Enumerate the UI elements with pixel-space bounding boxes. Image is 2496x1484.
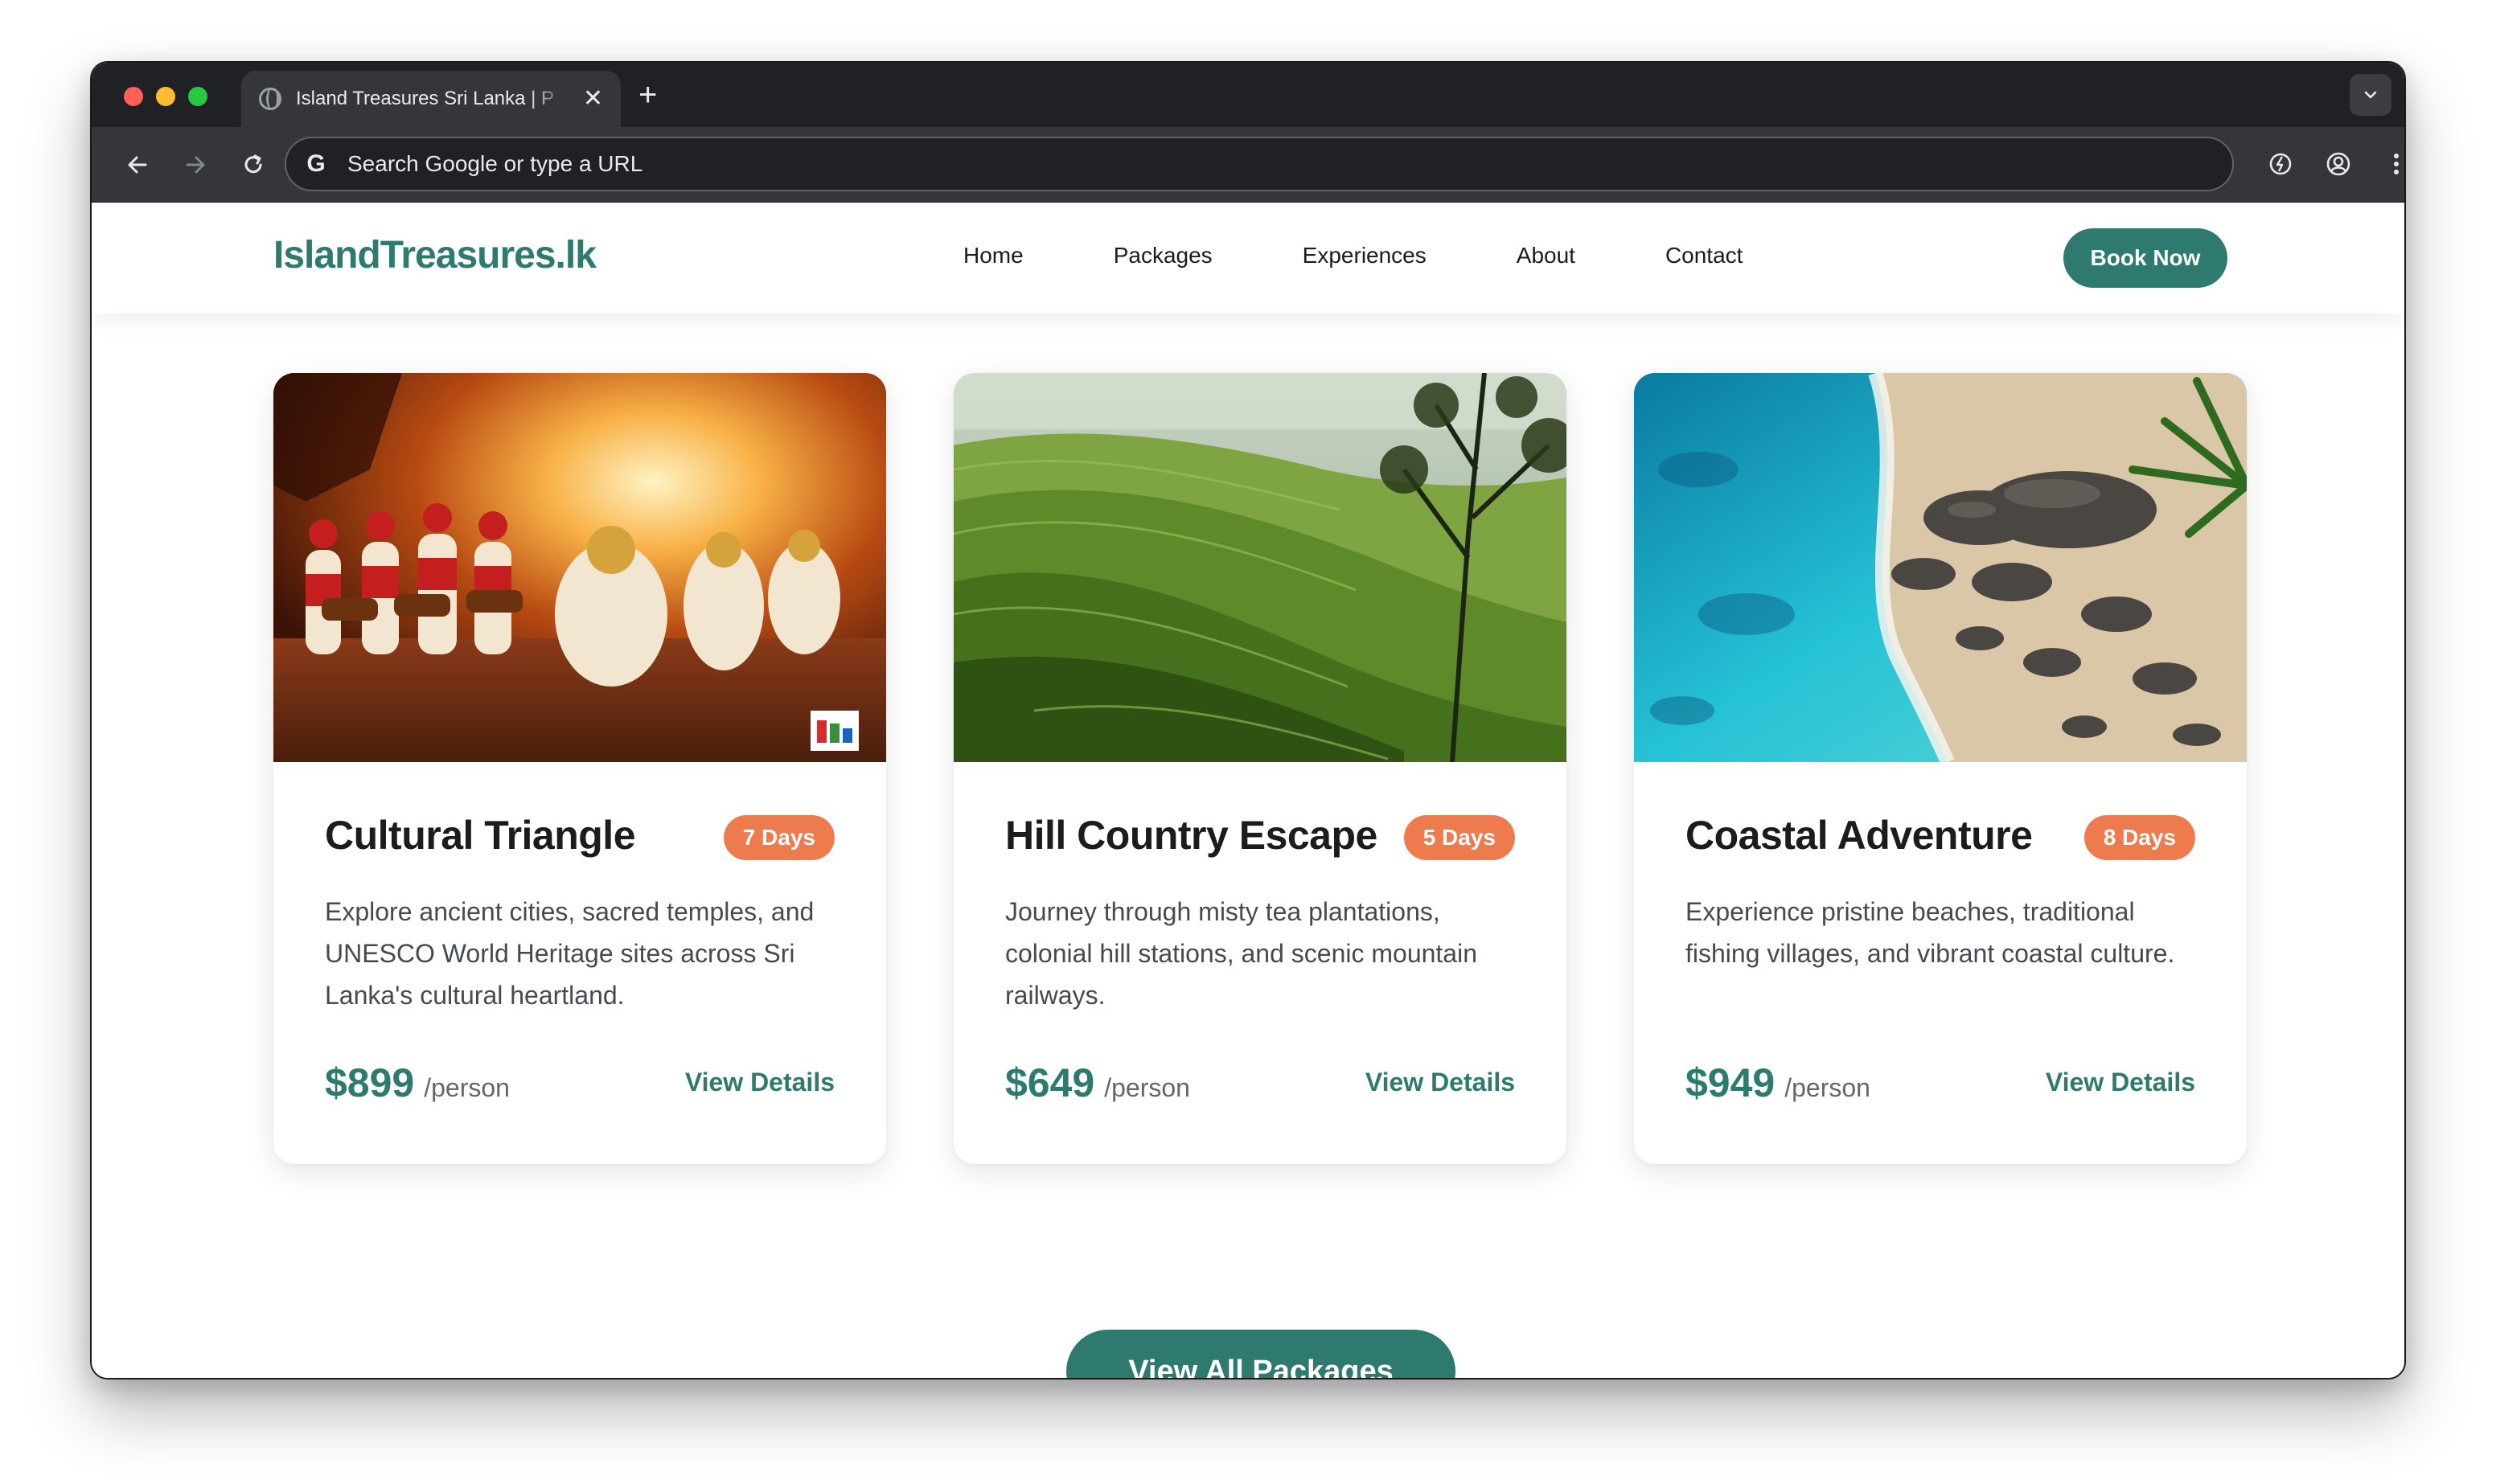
back-button[interactable] [121,148,154,182]
package-card: Cultural Triangle 7 Days Explore ancient… [273,373,886,1164]
nav-about[interactable]: About [1517,243,1575,269]
package-price: $649 [1005,1060,1095,1105]
duration-badge: 8 Days [2083,815,2195,860]
price-unit: /person [424,1073,510,1102]
address-placeholder: Search Google or type a URL [347,151,643,176]
google-icon: G [306,150,326,177]
package-image[interactable] [273,373,886,762]
package-price: $899 [325,1060,415,1105]
tab-strip: Island Treasures Sri Lanka | P ✕ + [92,63,2404,127]
menu-button[interactable] [2379,146,2404,182]
minimize-window-button[interactable] [156,87,175,106]
site-header: IslandTreasures.lk Home Packages Experie… [92,203,2404,314]
window-controls [124,87,207,106]
tab-search-button[interactable] [2350,74,2391,116]
package-title: Cultural Triangle [325,813,636,858]
package-title: Coastal Adventure [1685,813,2033,858]
arrow-right-icon [186,156,205,174]
package-description: Journey through misty tea plantations, c… [1005,897,1477,1010]
nav-contact[interactable]: Contact [1665,243,1743,269]
package-image[interactable] [954,373,1566,762]
more-vertical-icon [2394,154,2399,174]
aerial-beach-rocks-photo [1634,373,2247,762]
tab-title: Island Treasures Sri Lanka | P [296,88,555,109]
package-description: Experience pristine beaches, traditional… [1685,897,2175,968]
price-unit: /person [1784,1073,1870,1102]
close-tab-icon[interactable]: ✕ [583,87,603,111]
page-viewport: IslandTreasures.lk Home Packages Experie… [92,203,2404,1378]
nav-packages[interactable]: Packages [1114,243,1213,269]
profile-button[interactable] [2321,146,2356,182]
package-description: Explore ancient cities, sacred temples, … [325,897,815,1010]
close-window-button[interactable] [124,87,143,106]
price-unit: /person [1104,1073,1190,1102]
performance-button[interactable] [2263,146,2298,182]
maximize-window-button[interactable] [188,87,207,106]
globe-icon [259,88,281,110]
forward-button[interactable] [179,148,212,182]
view-all-packages-button[interactable]: View All Packages [1066,1330,1455,1378]
package-card: Coastal Adventure 8 Days Experience pris… [1634,373,2247,1164]
browser-window: Island Treasures Sri Lanka | P ✕ + G Sea… [90,61,2406,1379]
package-image[interactable] [1634,373,2247,762]
view-details-link[interactable]: View Details [685,1068,835,1097]
account-icon [2326,152,2350,176]
price-row: $649 /person [1005,1060,1190,1106]
nav-experiences[interactable]: Experiences [1303,243,1427,269]
package-price: $949 [1685,1060,1776,1105]
reload-icon [244,154,262,174]
chevron-down-icon [2364,91,2377,99]
nav-home[interactable]: Home [963,243,1024,269]
price-row: $899 /person [325,1060,510,1106]
active-tab[interactable]: Island Treasures Sri Lanka | P ✕ [241,71,621,127]
new-tab-button[interactable]: + [638,77,657,113]
book-now-button[interactable]: Book Now [2063,228,2227,288]
package-card: Hill Country Escape 5 Days Journey throu… [954,373,1566,1164]
view-details-link[interactable]: View Details [2046,1068,2195,1097]
package-title: Hill Country Escape [1005,813,1377,858]
arrow-left-icon [128,156,147,174]
duration-badge: 5 Days [1403,815,1515,860]
price-row: $949 /person [1685,1060,1870,1106]
kandy-perahera-dancers-photo [273,373,886,762]
main-nav: Home Packages Experiences About Contact [963,243,1833,269]
duration-badge: 7 Days [723,815,835,860]
speedometer-icon [2269,153,2292,175]
address-bar[interactable]: G Search Google or type a URL [285,137,2234,191]
site-logo[interactable]: IslandTreasures.lk [273,233,597,277]
reload-button[interactable] [236,148,270,182]
tea-plantation-hills-photo [954,373,1566,762]
view-details-link[interactable]: View Details [1365,1068,1515,1097]
browser-toolbar: G Search Google or type a URL [92,127,2404,203]
